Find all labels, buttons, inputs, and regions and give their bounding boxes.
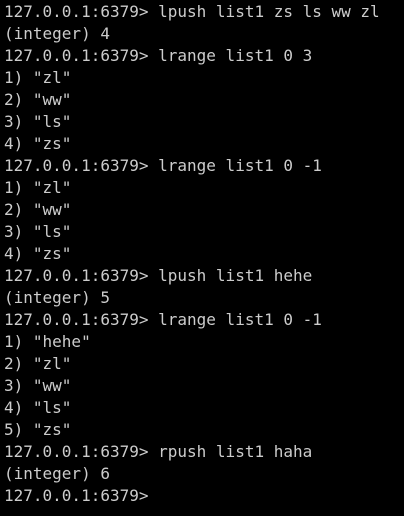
command-line: 127.0.0.1:6379> lrange list1 0 -1 [4, 156, 322, 175]
output-line: 2) "ww" [4, 90, 72, 109]
output-line: 2) "zl" [4, 354, 72, 373]
command-line: 127.0.0.1:6379> lpush list1 zs ls ww zl [4, 2, 380, 21]
output-line: 3) "ls" [4, 112, 72, 131]
command-line: 127.0.0.1:6379> rpush list1 haha [4, 442, 313, 461]
terminal-window[interactable]: 127.0.0.1:6379> lpush list1 zs ls ww zl … [0, 0, 404, 516]
output-line: 4) "ls" [4, 398, 72, 417]
command-line: 127.0.0.1:6379> lpush list1 hehe [4, 266, 313, 285]
output-line: 1) "zl" [4, 178, 72, 197]
output-line: 5) "zs" [4, 420, 72, 439]
output-line: 4) "zs" [4, 244, 72, 263]
output-line: (integer) 5 [4, 288, 110, 307]
prompt-line[interactable]: 127.0.0.1:6379> [4, 485, 404, 507]
output-line: 1) "zl" [4, 68, 72, 87]
output-line: (integer) 6 [4, 464, 110, 483]
output-line: 3) "ww" [4, 376, 72, 395]
output-line: 1) "hehe" [4, 332, 91, 351]
output-line: 4) "zs" [4, 134, 72, 153]
output-line: 2) "ww" [4, 200, 72, 219]
command-line: 127.0.0.1:6379> lrange list1 0 3 [4, 46, 313, 65]
output-line: (integer) 4 [4, 24, 110, 43]
command-line: 127.0.0.1:6379> lrange list1 0 -1 [4, 310, 322, 329]
output-line: 3) "ls" [4, 222, 72, 241]
